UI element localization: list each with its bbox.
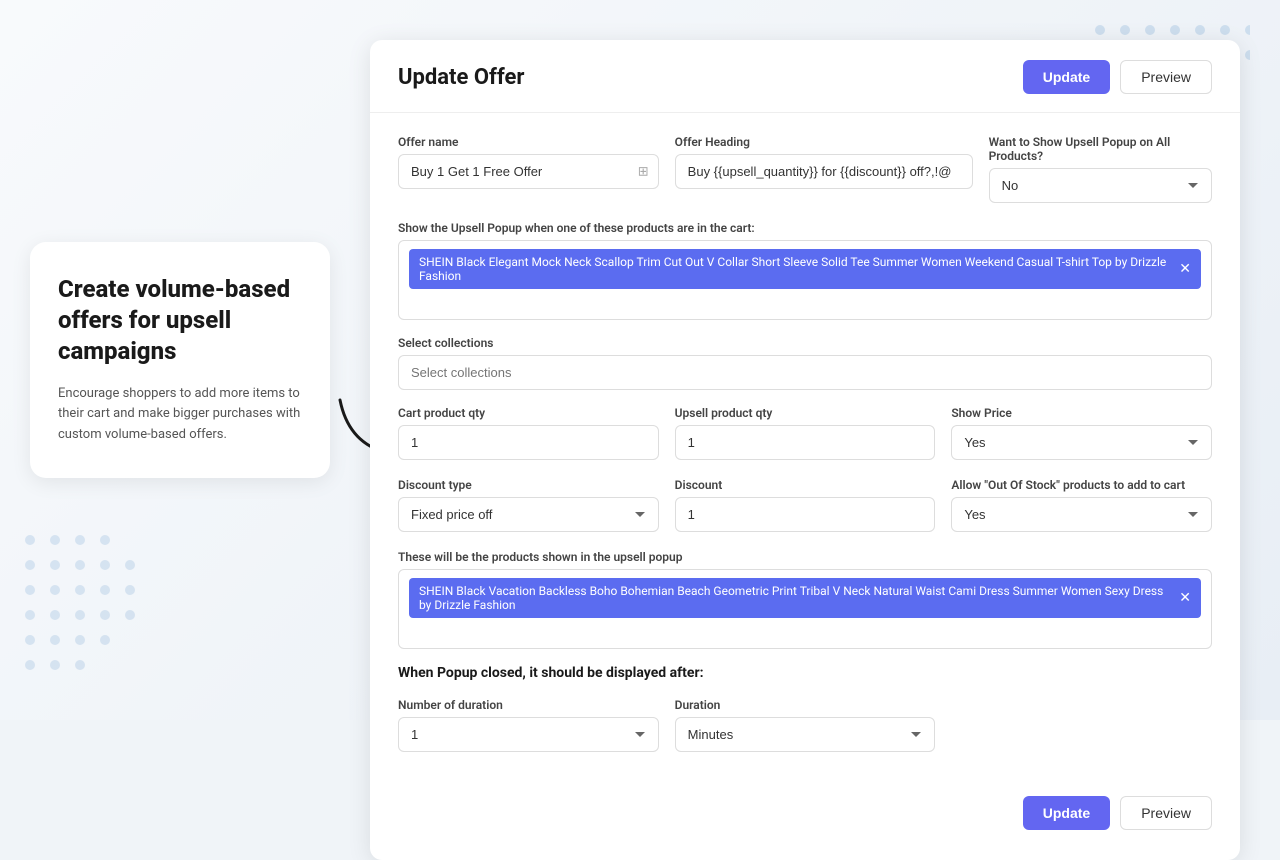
form-header: Update Offer Update Preview bbox=[370, 40, 1240, 113]
upsell-product-tag-text: SHEIN Black Vacation Backless Boho Bohem… bbox=[419, 584, 1171, 612]
cart-products-label: Show the Upsell Popup when one of these … bbox=[398, 221, 1212, 235]
footer-preview-button[interactable]: Preview bbox=[1120, 796, 1212, 830]
number-duration-label: Number of duration bbox=[398, 698, 659, 712]
offer-heading-input[interactable] bbox=[675, 154, 973, 189]
discount-type-label: Discount type bbox=[398, 478, 659, 492]
group-number-duration: Number of duration 1 2 3 5 10 bbox=[398, 698, 659, 752]
offer-name-input-wrapper: ⊞ bbox=[398, 154, 659, 189]
show-upsell-select[interactable]: No Yes bbox=[989, 168, 1212, 203]
group-duration-unit: Duration Minutes Hours Days bbox=[675, 698, 936, 752]
discount-type-select[interactable]: Fixed price off Percentage off bbox=[398, 497, 659, 532]
show-price-label: Show Price bbox=[951, 406, 1212, 420]
form-title: Update Offer bbox=[398, 65, 524, 90]
number-duration-select[interactable]: 1 2 3 5 10 bbox=[398, 717, 659, 752]
group-offer-heading: Offer Heading bbox=[675, 135, 973, 203]
collections-input[interactable] bbox=[398, 355, 1212, 390]
group-discount: Discount bbox=[675, 478, 936, 532]
popup-closed-title: When Popup closed, it should be displaye… bbox=[398, 665, 1212, 681]
marketing-description: Encourage shoppers to add more items to … bbox=[58, 384, 302, 446]
group-upsell-products: These will be the products shown in the … bbox=[398, 550, 1212, 649]
form-footer: Update Preview bbox=[370, 786, 1240, 830]
discount-label: Discount bbox=[675, 478, 936, 492]
row-qty-price: Cart product qty Upsell product qty Show… bbox=[398, 406, 1212, 460]
form-body: Offer name ⊞ Offer Heading Want to Show … bbox=[370, 113, 1240, 786]
allow-oos-label: Allow "Out Of Stock" products to add to … bbox=[951, 478, 1212, 492]
upsell-products-label: These will be the products shown in the … bbox=[398, 550, 1212, 564]
offer-name-icon: ⊞ bbox=[638, 164, 649, 179]
header-buttons: Update Preview bbox=[1023, 60, 1212, 94]
collections-label: Select collections bbox=[398, 336, 1212, 350]
footer-update-button[interactable]: Update bbox=[1023, 796, 1110, 830]
upsell-product-remove-icon[interactable]: ✕ bbox=[1179, 591, 1191, 605]
cart-product-tag-text: SHEIN Black Elegant Mock Neck Scallop Tr… bbox=[419, 255, 1171, 283]
row-offer-info: Offer name ⊞ Offer Heading Want to Show … bbox=[398, 135, 1212, 203]
group-popup-closed: When Popup closed, it should be displaye… bbox=[398, 665, 1212, 752]
group-collections: Select collections bbox=[398, 336, 1212, 390]
offer-heading-label: Offer Heading bbox=[675, 135, 973, 149]
row-discount: Discount type Fixed price off Percentage… bbox=[398, 478, 1212, 532]
upsell-products-tag-container[interactable]: SHEIN Black Vacation Backless Boho Bohem… bbox=[398, 569, 1212, 649]
group-cart-products: Show the Upsell Popup when one of these … bbox=[398, 221, 1212, 320]
duration-label: Duration bbox=[675, 698, 936, 712]
cart-qty-label: Cart product qty bbox=[398, 406, 659, 420]
group-cart-qty: Cart product qty bbox=[398, 406, 659, 460]
show-upsell-label: Want to Show Upsell Popup on All Product… bbox=[989, 135, 1212, 163]
header-update-button[interactable]: Update bbox=[1023, 60, 1110, 94]
group-show-upsell: Want to Show Upsell Popup on All Product… bbox=[989, 135, 1212, 203]
marketing-panel: Create volume-based offers for upsell ca… bbox=[30, 242, 330, 478]
group-spacer bbox=[951, 698, 1212, 752]
group-allow-oos: Allow "Out Of Stock" products to add to … bbox=[951, 478, 1212, 532]
cart-product-tag: SHEIN Black Elegant Mock Neck Scallop Tr… bbox=[409, 249, 1201, 289]
offer-name-input[interactable] bbox=[398, 154, 659, 189]
show-price-select[interactable]: Yes No bbox=[951, 425, 1212, 460]
decorative-dots-bottom-left bbox=[20, 530, 160, 690]
group-upsell-qty: Upsell product qty bbox=[675, 406, 936, 460]
group-show-price: Show Price Yes No bbox=[951, 406, 1212, 460]
marketing-heading: Create volume-based offers for upsell ca… bbox=[58, 274, 302, 368]
cart-products-tag-container[interactable]: SHEIN Black Elegant Mock Neck Scallop Tr… bbox=[398, 240, 1212, 320]
update-offer-card: Update Offer Update Preview Offer name ⊞… bbox=[370, 40, 1240, 860]
discount-input[interactable] bbox=[675, 497, 936, 532]
allow-oos-select[interactable]: Yes No bbox=[951, 497, 1212, 532]
cart-product-remove-icon[interactable]: ✕ bbox=[1179, 262, 1191, 276]
cart-qty-input[interactable] bbox=[398, 425, 659, 460]
group-discount-type: Discount type Fixed price off Percentage… bbox=[398, 478, 659, 532]
upsell-product-tag: SHEIN Black Vacation Backless Boho Bohem… bbox=[409, 578, 1201, 618]
offer-name-label: Offer name bbox=[398, 135, 659, 149]
header-preview-button[interactable]: Preview bbox=[1120, 60, 1212, 94]
row-duration: Number of duration 1 2 3 5 10 Duration M… bbox=[398, 698, 1212, 752]
upsell-qty-label: Upsell product qty bbox=[675, 406, 936, 420]
upsell-qty-input[interactable] bbox=[675, 425, 936, 460]
duration-select[interactable]: Minutes Hours Days bbox=[675, 717, 936, 752]
group-offer-name: Offer name ⊞ bbox=[398, 135, 659, 203]
